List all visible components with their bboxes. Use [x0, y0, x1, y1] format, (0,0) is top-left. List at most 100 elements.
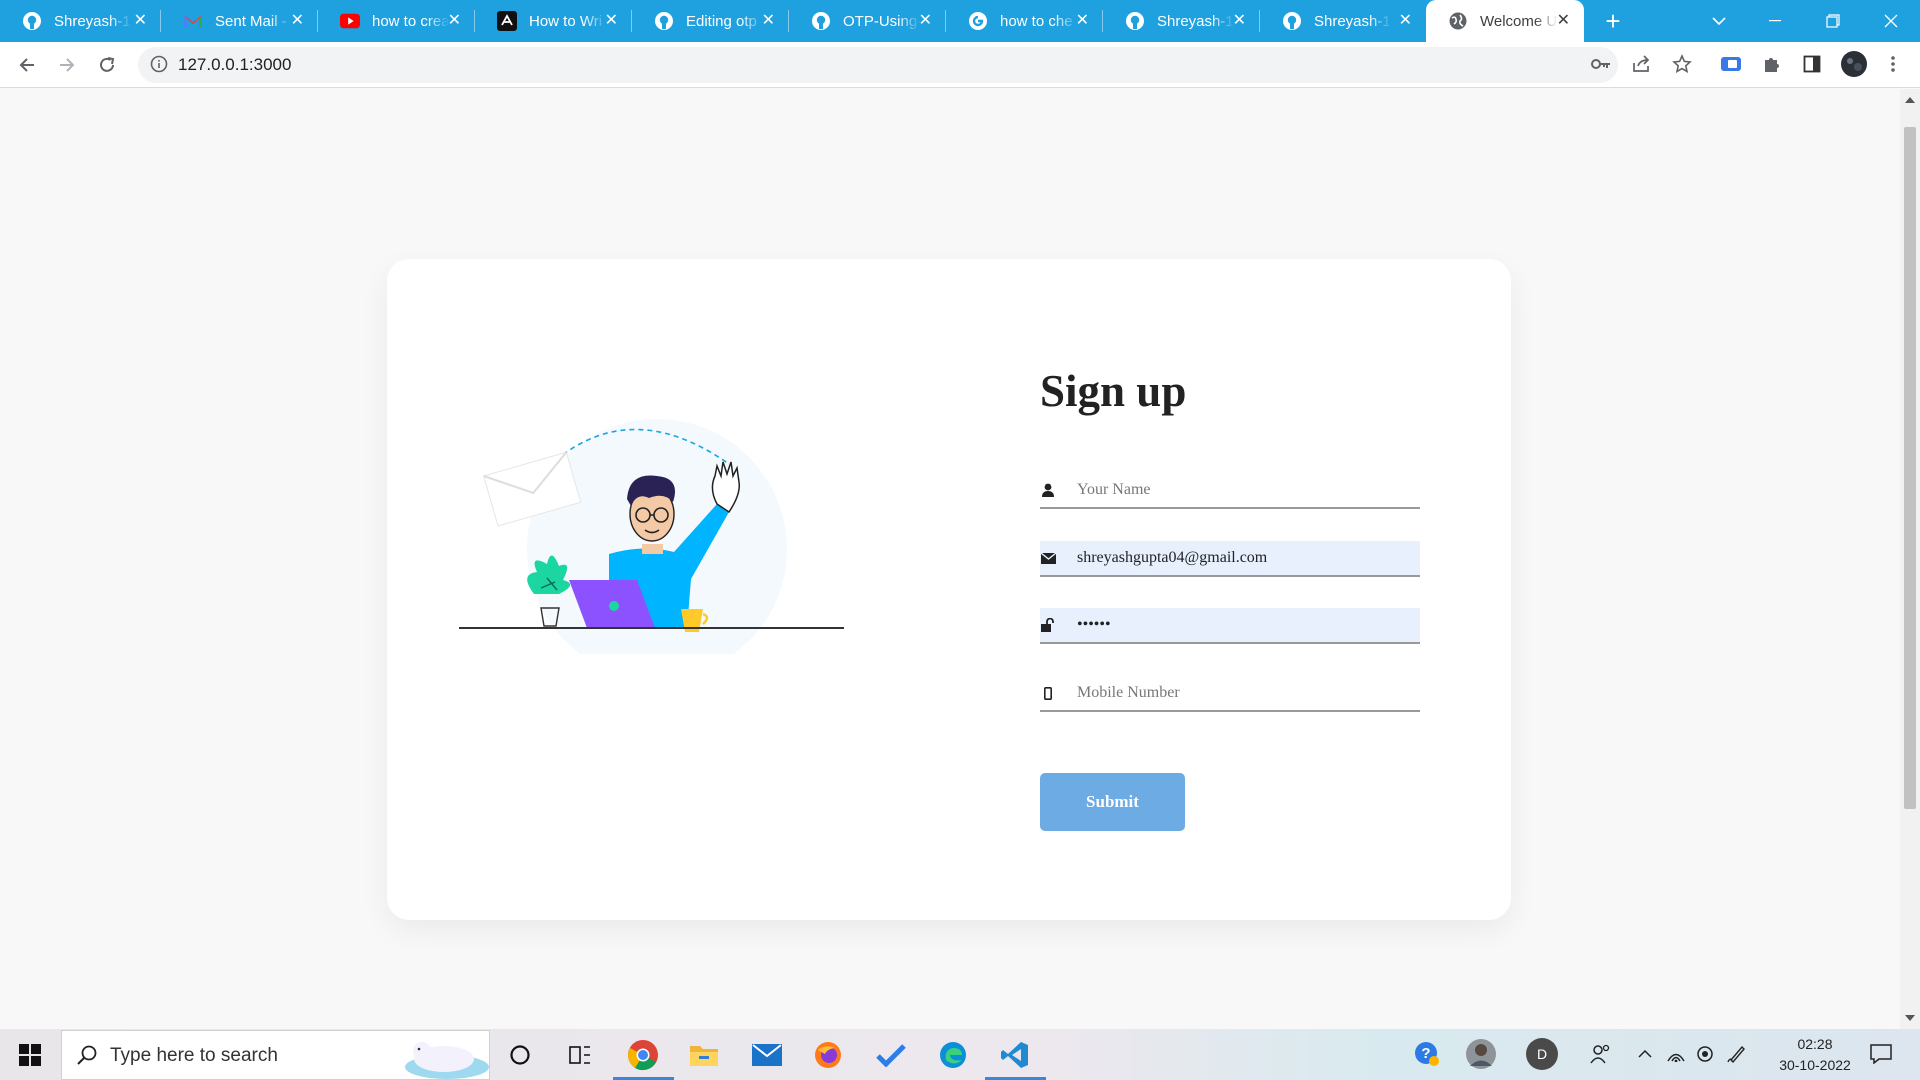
- key-icon[interactable]: [1588, 51, 1614, 77]
- forward-arrow-icon[interactable]: [54, 52, 80, 78]
- google-icon: [968, 11, 988, 31]
- edge-icon[interactable]: [935, 1037, 971, 1073]
- tab-title: Sent Mail -: [215, 12, 287, 30]
- browser-tab[interactable]: Editing otp ✕: [632, 0, 789, 42]
- submit-button[interactable]: Submit: [1040, 773, 1185, 831]
- github-icon: [1125, 11, 1145, 31]
- windows-taskbar: Type here to search ? D 02:28 30-10-2022: [0, 1029, 1920, 1080]
- notification-icon[interactable]: [1866, 1039, 1896, 1069]
- pen-icon[interactable]: [1726, 1039, 1748, 1069]
- gmail-icon: [183, 11, 203, 31]
- new-tab-button[interactable]: +: [1598, 6, 1628, 36]
- restore-button[interactable]: [1810, 0, 1856, 42]
- browser-tab[interactable]: how to che ✕: [946, 0, 1103, 42]
- close-icon[interactable]: ✕: [1233, 11, 1246, 31]
- wifi-icon[interactable]: [1665, 1039, 1687, 1069]
- cortana-icon[interactable]: [502, 1037, 538, 1073]
- clock-time: 02:28: [1797, 1036, 1833, 1052]
- email-input[interactable]: [1040, 541, 1420, 575]
- browser-toolbar: 127.0.0.1:3000: [0, 42, 1920, 88]
- address-bar[interactable]: 127.0.0.1:3000: [138, 47, 1618, 83]
- vscode-icon[interactable]: [997, 1037, 1033, 1073]
- github-icon: [22, 11, 42, 31]
- menu-dots-icon[interactable]: [1880, 51, 1906, 77]
- star-icon[interactable]: [1669, 51, 1695, 77]
- people-avatar[interactable]: [1464, 1039, 1498, 1069]
- chrome-icon[interactable]: [625, 1037, 661, 1073]
- help-icon[interactable]: ?: [1412, 1039, 1442, 1069]
- tab-title: OTP-Using-: [843, 12, 921, 30]
- minimize-button[interactable]: [1752, 0, 1798, 42]
- scrollbar-thumb[interactable]: [1904, 127, 1916, 809]
- github-icon: [811, 11, 831, 31]
- url-text[interactable]: 127.0.0.1:3000: [178, 55, 291, 75]
- side-panel-icon[interactable]: [1799, 51, 1825, 77]
- windows-start-icon[interactable]: [12, 1037, 48, 1073]
- people-icon[interactable]: [1588, 1039, 1614, 1069]
- page-scrollbar[interactable]: [1900, 89, 1920, 1029]
- github-icon: [654, 11, 674, 31]
- firefox-icon[interactable]: [810, 1037, 846, 1073]
- task-view-icon[interactable]: [562, 1037, 598, 1073]
- todo-icon[interactable]: [873, 1037, 909, 1073]
- browser-tab[interactable]: Shreyash-1 ✕: [1260, 0, 1426, 42]
- file-explorer-icon[interactable]: [686, 1037, 722, 1073]
- close-icon[interactable]: ✕: [1557, 11, 1570, 31]
- close-icon[interactable]: ✕: [1076, 11, 1089, 31]
- browser-tab[interactable]: Shreyash-1 ✕: [0, 0, 161, 42]
- mail-icon[interactable]: [749, 1037, 785, 1073]
- name-input[interactable]: [1040, 473, 1420, 507]
- signup-illustration: [459, 419, 844, 654]
- browser-tab[interactable]: OTP-Using- ✕: [789, 0, 946, 42]
- puzzle-icon[interactable]: [1759, 51, 1785, 77]
- close-icon[interactable]: ✕: [1399, 11, 1412, 31]
- tab-title: Editing otp: [686, 12, 757, 30]
- search-highlight-image: [392, 1033, 490, 1080]
- profile-badge[interactable]: D: [1525, 1038, 1559, 1070]
- github-icon: [1282, 11, 1302, 31]
- network-icon[interactable]: [1694, 1039, 1716, 1069]
- back-arrow-icon[interactable]: [14, 52, 40, 78]
- browser-tab[interactable]: how to crea ✕: [318, 0, 475, 42]
- password-input[interactable]: [1040, 608, 1420, 642]
- password-field-wrapper: [1040, 608, 1420, 644]
- browser-tab[interactable]: Sent Mail - ✕: [161, 0, 318, 42]
- tab-title: how to crea: [372, 12, 450, 30]
- name-field-wrapper: [1040, 473, 1420, 509]
- close-icon[interactable]: ✕: [605, 11, 618, 31]
- globe-icon: [1448, 11, 1468, 31]
- browser-tab-active[interactable]: Welcome U ✕: [1426, 0, 1584, 42]
- dev-icon: [497, 11, 517, 31]
- scroll-up-arrow-icon[interactable]: [1905, 97, 1915, 103]
- browser-tab[interactable]: How to Wri ✕: [475, 0, 632, 42]
- tab-title: How to Wri: [529, 12, 603, 30]
- svg-text:?: ?: [1421, 1045, 1430, 1062]
- system-clock[interactable]: 02:28 30-10-2022: [1760, 1034, 1870, 1076]
- extension-icon[interactable]: [1718, 51, 1744, 77]
- browser-tab[interactable]: Shreyash-1 ✕: [1103, 0, 1260, 42]
- taskbar-search-box[interactable]: Type here to search: [61, 1030, 490, 1080]
- email-field-wrapper: [1040, 541, 1420, 577]
- tab-title: Shreyash-1: [1314, 12, 1391, 30]
- scroll-down-arrow-icon[interactable]: [1905, 1015, 1915, 1021]
- close-icon[interactable]: ✕: [448, 11, 461, 31]
- close-icon[interactable]: ✕: [291, 11, 304, 31]
- tab-title: Shreyash-1: [54, 12, 131, 30]
- reload-icon[interactable]: [94, 52, 120, 78]
- chevron-up-icon[interactable]: [1634, 1039, 1656, 1069]
- avatar[interactable]: [1839, 49, 1869, 79]
- page-title: Sign up: [1040, 366, 1187, 416]
- close-window-button[interactable]: [1868, 0, 1914, 42]
- tab-title: Welcome U: [1480, 12, 1558, 30]
- info-icon[interactable]: [150, 55, 170, 75]
- page-viewport: Sign up Submit: [0, 89, 1900, 1029]
- mobile-input[interactable]: [1040, 676, 1420, 710]
- close-icon[interactable]: ✕: [762, 11, 775, 31]
- share-icon[interactable]: [1629, 51, 1655, 77]
- close-icon[interactable]: ✕: [134, 11, 147, 31]
- tab-search-icon[interactable]: [1696, 0, 1742, 42]
- close-icon[interactable]: ✕: [919, 11, 932, 31]
- browser-tab-strip: Shreyash-1 ✕ Sent Mail - ✕ how to crea ✕…: [0, 0, 1920, 42]
- youtube-icon: [340, 11, 360, 31]
- mobile-field-wrapper: [1040, 676, 1420, 712]
